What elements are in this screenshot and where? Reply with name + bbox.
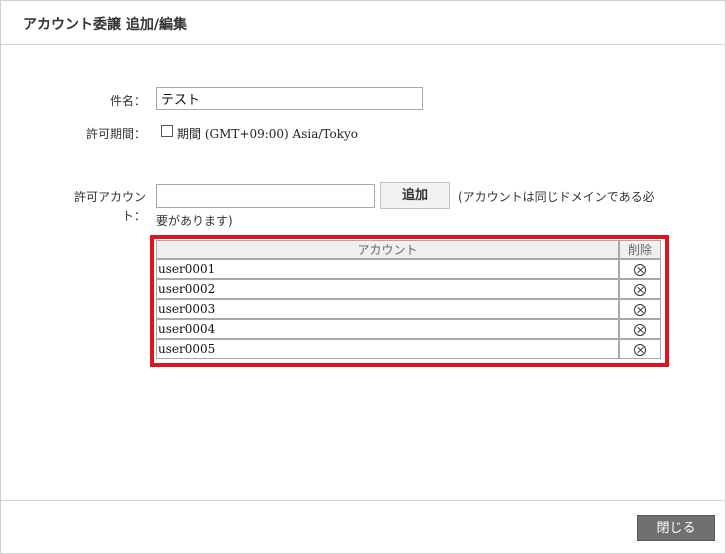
delete-cell bbox=[619, 319, 661, 339]
table-row: user0005 bbox=[156, 339, 661, 359]
table-row: user0002 bbox=[156, 279, 661, 299]
period-checkbox[interactable] bbox=[161, 125, 173, 137]
period-checkbox-label: 期間 bbox=[177, 127, 202, 141]
close-button[interactable]: 閉じる bbox=[637, 515, 715, 541]
header-delete: 削除 bbox=[619, 240, 661, 259]
add-account-button[interactable]: 追加 bbox=[380, 182, 450, 209]
account-delegation-dialog: アカウント委譲 追加/編集 件名： 許可期間： 期間 (GMT+09:00) A… bbox=[0, 0, 726, 554]
period-label: 許可期間： bbox=[85, 127, 146, 141]
account-cell: user0005 bbox=[156, 339, 619, 359]
circle-x-icon[interactable] bbox=[634, 323, 646, 336]
period-option: 期間 (GMT+09:00) Asia/Tokyo bbox=[177, 125, 358, 142]
account-cell: user0002 bbox=[156, 279, 619, 299]
subject-input[interactable] bbox=[156, 87, 423, 110]
account-label-line2: ト： bbox=[121, 209, 146, 223]
delete-cell bbox=[619, 279, 661, 299]
domain-hint-line2: 要があります) bbox=[156, 214, 233, 228]
period-timezone: (GMT+09:00) Asia/Tokyo bbox=[204, 127, 358, 141]
table-row: user0004 bbox=[156, 319, 661, 339]
account-label-line1: 許可アカウン bbox=[73, 190, 146, 204]
circle-x-icon[interactable] bbox=[634, 303, 646, 316]
circle-x-icon[interactable] bbox=[634, 343, 646, 356]
subject-label: 件名： bbox=[109, 94, 146, 108]
account-cell: user0003 bbox=[156, 299, 619, 319]
table-header-row: アカウント 削除 bbox=[156, 240, 661, 259]
delete-cell bbox=[619, 259, 661, 279]
dialog-title: アカウント委譲 追加/編集 bbox=[23, 17, 187, 33]
circle-x-icon[interactable] bbox=[634, 263, 646, 276]
table-row: user0003 bbox=[156, 299, 661, 319]
accounts-table: アカウント 削除 user0001 user0002 user0003 user… bbox=[156, 240, 661, 359]
delete-cell bbox=[619, 299, 661, 319]
dialog-title-bar: アカウント委譲 追加/編集 bbox=[1, 1, 725, 45]
circle-x-icon[interactable] bbox=[634, 283, 646, 296]
domain-hint-line1: (アカウントは同じドメインである必 bbox=[458, 190, 655, 204]
account-cell: user0001 bbox=[156, 259, 619, 279]
account-input[interactable] bbox=[156, 184, 375, 208]
footer-divider bbox=[1, 500, 725, 501]
account-cell: user0004 bbox=[156, 319, 619, 339]
table-row: user0001 bbox=[156, 259, 661, 279]
header-account: アカウント bbox=[156, 240, 619, 259]
delete-cell bbox=[619, 339, 661, 359]
